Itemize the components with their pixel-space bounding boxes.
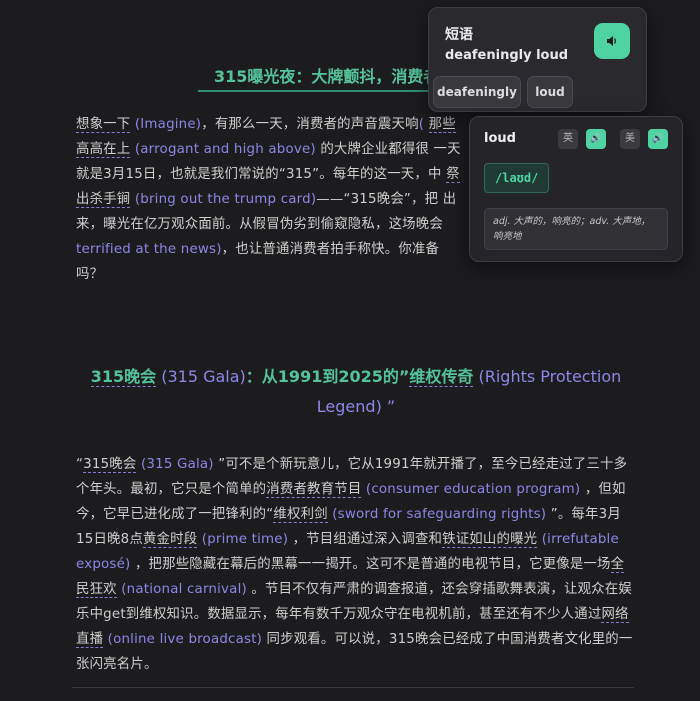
paragraph-text: ，节目组通过深入调查和 [292,532,443,547]
english-gloss: (arrogant and high above) [134,142,316,157]
paragraph-text: ——“315晚会”，把 [316,192,439,207]
paragraph-text: ，把那些隐藏在幕后的黑幕一一揭开。这可不是普通的电视节目，它更像是一场 [134,557,611,572]
uk-pron-label: 英 [558,129,578,149]
vocab-term[interactable]: 想象一下 [76,117,131,133]
phrase-word-chip[interactable]: loud [527,76,573,108]
paragraph-text: 的大牌企业都得很 [320,142,430,157]
english-gloss: (online live broadcast) [107,632,263,647]
uk-speaker-icon[interactable]: 🔊 [586,129,606,149]
english-gloss: (315 Gala) [161,367,246,386]
phrase-popup: 短语 deafeningly loud deafeningly loud [428,7,647,112]
paragraph-intro: 想象一下 (Imagine)，有那么一天，消费者的声音震天响( 那些高高在上 (… [76,112,468,287]
english-gloss: (prime time) [201,532,289,547]
us-speaker-icon[interactable]: 🔊 [648,129,668,149]
vocab-term[interactable]: 维权利剑 [273,507,328,523]
english-gloss: (national carnival) [121,582,247,597]
english-gloss: (Imagine) [134,117,202,132]
english-gloss: (Rights Protection [478,367,622,386]
paragraph-text: ，也让普通消费者拍手称快。你准备 [221,242,440,257]
vocab-term[interactable]: 消费者教育节目 [266,482,362,498]
paragraph-body: “315晚会 (315 Gala) ”可不是个新玩意儿，它从1991年就开播了，… [76,452,634,677]
english-gloss: ( [418,117,425,132]
vocab-term[interactable]: 315晚会 [83,457,137,473]
us-pron-label: 美 [620,129,640,149]
word-popup: loud 英 🔊 美 🔊 /laʊd/ adj. 大声的，响亮的；adv. 大声… [469,116,683,262]
phrase-word-chip[interactable]: deafeningly [433,76,521,108]
english-gloss: (sword for safeguarding rights) [332,507,547,522]
vocab-term[interactable]: 315晚会 [90,367,157,387]
heading-end: ” [381,397,396,416]
phrase-label: 短语 [445,27,473,43]
paragraph-text: 吗？ [76,267,104,282]
definition: adj. 大声的，响亮的；adv. 大声地，响亮地 [484,208,668,250]
vocab-term[interactable]: 黄金时段 [142,532,198,548]
heading-text: ：从1991到2025的” [245,367,410,386]
vocab-term[interactable]: 维权传奇 [409,367,474,387]
vocab-term[interactable]: 铁证如山的曝光 [442,532,538,548]
divider [72,687,634,688]
english-gloss: (bring out the trump card) [134,192,317,207]
section-heading: 315晚会 (315 Gala)：从1991到2025的”维权传奇 (Right… [76,362,636,422]
english-gloss: (consumer education program) [365,482,581,497]
phrase-text: deafeningly loud [445,48,569,63]
english-gloss: (315 Gala) [140,457,214,472]
word-headword: loud [484,131,516,146]
phonetic: /laʊd/ [484,163,550,193]
paragraph-text: ，有那么一天，消费者的声音震天响 [201,117,419,132]
english-gloss: Legend) [316,397,382,416]
speaker-icon[interactable] [594,23,630,59]
speaker-icon [607,36,616,46]
english-gloss: terrified at the news) [76,242,222,257]
